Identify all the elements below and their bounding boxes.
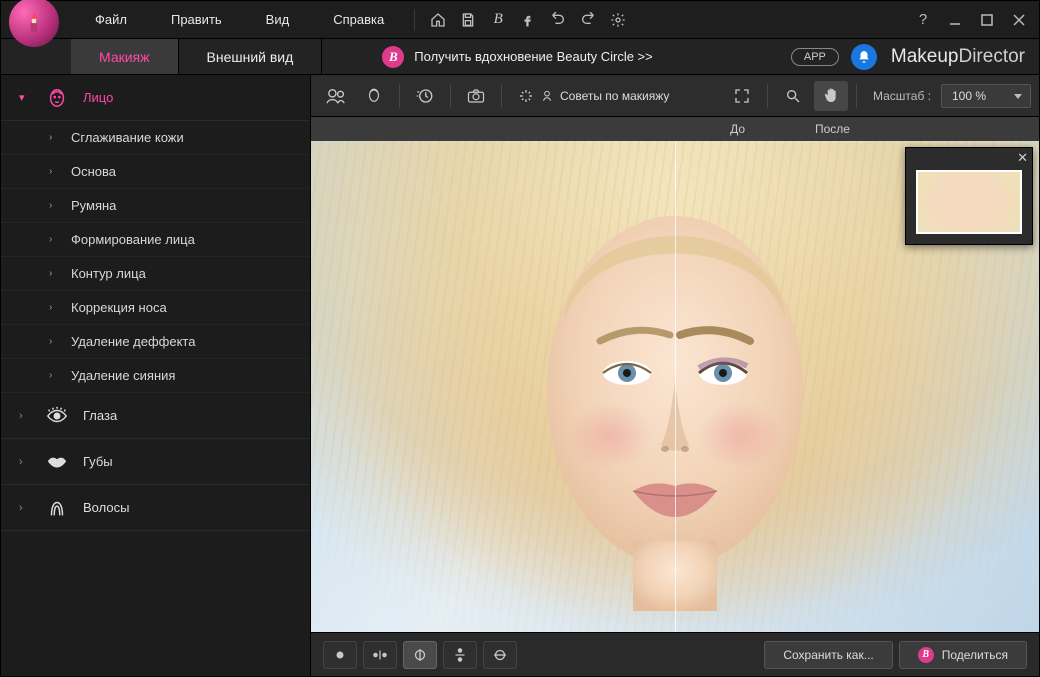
sidebar-item-nose-correction[interactable]: ›Коррекция носа [1, 291, 310, 325]
chevron-right-icon: › [19, 410, 31, 422]
menu-view[interactable]: Вид [244, 1, 312, 38]
fullscreen-icon[interactable] [725, 81, 759, 111]
sidebar-item-face-contour[interactable]: ›Контур лица [1, 257, 310, 291]
category-eyes[interactable]: › Глаза [1, 393, 310, 439]
image-stage[interactable]: ✕ [311, 141, 1039, 632]
chevron-down-icon: ▾ [19, 91, 31, 104]
view-single-icon[interactable] [323, 641, 357, 669]
camera-icon[interactable] [459, 81, 493, 111]
chevron-right-icon: › [19, 502, 31, 514]
help-button[interactable]: ? [907, 1, 939, 39]
chevron-right-icon: › [49, 370, 59, 381]
split-line[interactable] [675, 141, 676, 632]
share-button[interactable]: B Поделиться [899, 641, 1027, 669]
separator [501, 84, 502, 108]
maximize-button[interactable] [971, 1, 1003, 39]
promo-text: Получить вдохновение Beauty Circle >> [414, 49, 652, 64]
sidebar-item-shine-removal[interactable]: ›Удаление сияния [1, 359, 310, 393]
canvas-area: Советы по макияжу Масштаб : 100 % До Пос… [311, 75, 1039, 676]
menu-help[interactable]: Справка [311, 1, 406, 38]
separator [767, 84, 768, 108]
menu-file[interactable]: Файл [73, 1, 149, 38]
undo-icon[interactable] [543, 5, 573, 35]
category-lips[interactable]: › Губы [1, 439, 310, 485]
facebook-icon[interactable] [513, 5, 543, 35]
zoom-label: Масштаб : [873, 89, 931, 103]
app-logo [9, 0, 59, 47]
separator [399, 84, 400, 108]
close-icon[interactable]: ✕ [1017, 150, 1028, 166]
group-faces-icon[interactable] [319, 81, 353, 111]
sidebar-item-defect-removal[interactable]: ›Удаление деффекта [1, 325, 310, 359]
category-face[interactable]: ▾ Лицо [1, 75, 310, 121]
photo-preview: ✕ [311, 141, 1039, 632]
chevron-right-icon: › [19, 456, 31, 468]
category-label: Волосы [83, 500, 129, 515]
face-icon [45, 87, 69, 109]
redo-icon[interactable] [573, 5, 603, 35]
zoom-tool-icon[interactable] [776, 81, 810, 111]
menu-bar: Файл Править Вид Справка B ? [1, 1, 1039, 39]
after-label: После [785, 122, 1025, 136]
navigator-panel[interactable]: ✕ [905, 147, 1033, 245]
chevron-right-icon: › [49, 234, 59, 245]
sidebar: ▾ Лицо ›Сглаживание кожи ›Основа ›Румяна… [1, 75, 311, 676]
history-icon[interactable] [408, 81, 442, 111]
before-label: До [521, 122, 761, 136]
lips-icon [45, 455, 69, 469]
menu-edit[interactable]: Править [149, 1, 244, 38]
sidebar-item-blush[interactable]: ›Румяна [1, 189, 310, 223]
chevron-right-icon: › [49, 268, 59, 279]
bottom-bar: Сохранить как... B Поделиться [311, 632, 1039, 676]
beauty-circle-badge-icon: B [918, 647, 934, 663]
single-face-icon[interactable] [357, 81, 391, 111]
tab-appearance[interactable]: Внешний вид [179, 39, 323, 74]
sidebar-item-face-shaping[interactable]: ›Формирование лица [1, 223, 310, 257]
save-as-button[interactable]: Сохранить как... [764, 641, 892, 669]
minimize-button[interactable] [939, 1, 971, 39]
chevron-right-icon: › [49, 302, 59, 313]
view-side-dots-icon[interactable] [363, 641, 397, 669]
zoom-select[interactable]: 100 % [941, 84, 1031, 108]
separator [414, 9, 415, 31]
category-label: Губы [83, 454, 113, 469]
toolbar: Советы по макияжу Масштаб : 100 % [311, 75, 1039, 117]
sparkle-icon [518, 88, 534, 104]
hand-tool-icon[interactable] [814, 81, 848, 111]
wand-icon [540, 89, 554, 103]
beauty-circle-icon[interactable]: B [483, 5, 513, 35]
close-button[interactable] [1003, 1, 1035, 39]
chevron-right-icon: › [49, 132, 59, 143]
home-icon[interactable] [423, 5, 453, 35]
brand-bar: Макияж Внешний вид B Получить вдохновени… [1, 39, 1039, 75]
app-title: MakeupDirector [891, 46, 1025, 68]
separator [856, 84, 857, 108]
category-label: Лицо [83, 90, 113, 105]
category-label: Глаза [83, 408, 117, 423]
app-pill[interactable]: APP [791, 48, 839, 66]
promo-link[interactable]: B Получить вдохновение Beauty Circle >> [382, 46, 652, 68]
before-after-header: До После [311, 117, 1039, 141]
view-split-vertical-icon[interactable] [403, 641, 437, 669]
view-split-horizontal-icon[interactable] [483, 641, 517, 669]
navigator-thumbnail[interactable] [916, 170, 1022, 234]
hair-icon [45, 497, 69, 519]
view-top-bottom-dots-icon[interactable] [443, 641, 477, 669]
sidebar-item-skin-smoothing[interactable]: ›Сглаживание кожи [1, 121, 310, 155]
chevron-right-icon: › [49, 200, 59, 211]
lipstick-icon [21, 9, 47, 35]
chevron-right-icon: › [49, 166, 59, 177]
save-icon[interactable] [453, 5, 483, 35]
eye-icon [45, 405, 69, 427]
sidebar-item-foundation[interactable]: ›Основа [1, 155, 310, 189]
notifications-icon[interactable] [851, 44, 877, 70]
settings-icon[interactable] [603, 5, 633, 35]
category-hair[interactable]: › Волосы [1, 485, 310, 531]
chevron-right-icon: › [49, 336, 59, 347]
makeup-tips-button[interactable]: Советы по макияжу [510, 88, 677, 104]
tab-makeup[interactable]: Макияж [71, 39, 179, 74]
beauty-circle-badge-icon: B [382, 46, 404, 68]
separator [450, 84, 451, 108]
